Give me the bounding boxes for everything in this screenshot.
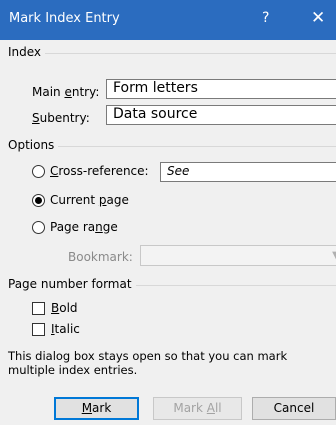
cross-reference-label: Cross-reference: bbox=[50, 164, 149, 178]
page-number-format-separator bbox=[136, 285, 336, 286]
bold-label: Bold bbox=[51, 301, 78, 315]
mark-button[interactable]: Mark bbox=[54, 397, 139, 420]
bookmark-label: Bookmark: bbox=[68, 250, 133, 264]
info-line-1: This dialog box stays open so that you c… bbox=[8, 349, 288, 363]
current-page-radio[interactable] bbox=[32, 194, 45, 207]
page-range-radio[interactable] bbox=[32, 221, 45, 234]
window-title: Mark Index Entry bbox=[9, 11, 120, 26]
subentry-label: Subentry: bbox=[32, 111, 90, 125]
options-separator bbox=[58, 146, 336, 147]
main-entry-input[interactable]: Form letters bbox=[106, 79, 336, 99]
current-page-label: Current page bbox=[50, 193, 129, 207]
close-icon[interactable]: ✕ bbox=[311, 8, 325, 28]
cross-reference-radio[interactable] bbox=[32, 165, 45, 178]
bold-checkbox[interactable] bbox=[32, 302, 45, 315]
title-bar: Mark Index Entry ? ✕ bbox=[0, 0, 336, 40]
radio-selected-dot bbox=[35, 197, 42, 204]
help-icon[interactable]: ? bbox=[262, 10, 269, 26]
main-entry-label: Main entry: bbox=[32, 85, 100, 99]
italic-label: Italic bbox=[51, 322, 80, 336]
mark-all-button[interactable]: Mark All bbox=[153, 397, 242, 420]
chevron-down-icon: ▼ bbox=[332, 250, 336, 261]
cross-reference-input[interactable]: See bbox=[160, 162, 336, 182]
index-separator bbox=[45, 53, 336, 54]
page-range-label: Page range bbox=[50, 220, 118, 234]
cancel-button[interactable]: Cancel bbox=[252, 397, 336, 420]
subentry-input[interactable]: Data source bbox=[106, 105, 336, 125]
italic-checkbox[interactable] bbox=[32, 323, 45, 336]
page-number-format-heading: Page number format bbox=[8, 277, 132, 291]
options-heading: Options bbox=[8, 138, 55, 152]
info-line-2: multiple index entries. bbox=[8, 363, 138, 377]
bookmark-dropdown[interactable]: ▼ bbox=[140, 245, 336, 266]
index-heading: Index bbox=[8, 45, 42, 59]
